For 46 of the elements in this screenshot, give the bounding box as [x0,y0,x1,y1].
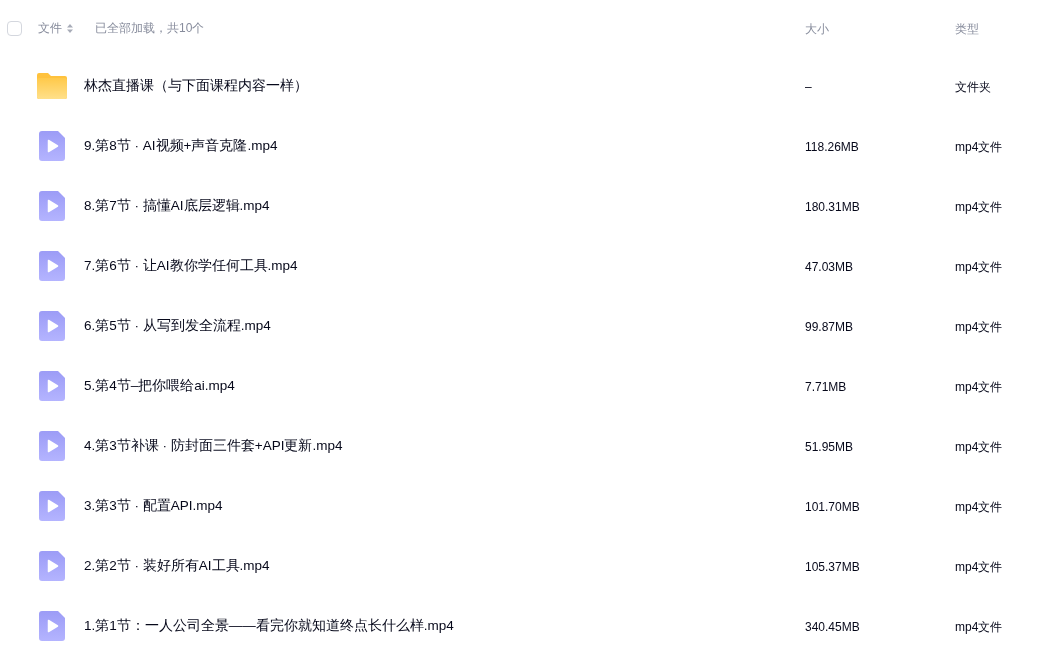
file-name[interactable]: 3.第3节 · 配置API.mp4 [84,497,223,515]
file-type: mp4文件 [955,499,1003,514]
file-size: 180.31MB [805,200,860,214]
video-file-icon [39,431,65,461]
file-name[interactable]: 1.第1节：一人公司全景——看完你就知道终点长什么样.mp4 [84,617,454,635]
file-size: 47.03MB [805,260,854,274]
file-type: mp4文件 [955,559,1003,574]
file-type: mp4文件 [955,619,1003,634]
file-type: 文件夹 [955,79,991,94]
sort-icon [67,23,73,33]
video-file-icon [39,191,65,221]
name-column-header[interactable]: 文件 [38,19,73,37]
file-type: mp4文件 [955,199,1003,214]
load-status: 已全部加载，共10个 [95,19,205,37]
file-type: mp4文件 [955,259,1003,274]
video-file-icon [39,251,65,281]
file-type: mp4文件 [955,439,1003,454]
file-size: 99.87MB [805,320,854,334]
video-file-icon [39,611,65,641]
video-file-icon [39,371,65,401]
folder-icon [37,73,67,99]
size-column-header: 大小 [805,21,829,36]
file-size: 105.37MB [805,560,860,574]
file-name[interactable]: 7.第6节 · 让AI教你学任何工具.mp4 [84,257,298,275]
file-name[interactable]: 8.第7节 · 搞懂AI底层逻辑.mp4 [84,197,270,215]
file-name[interactable]: 2.第2节 · 装好所有AI工具.mp4 [84,557,270,575]
video-file-icon [39,491,65,521]
file-size: 51.95MB [805,440,854,454]
select-all-checkbox[interactable] [7,20,22,36]
video-file-icon [39,551,65,581]
file-name[interactable]: 6.第5节 · 从写到发全流程.mp4 [84,317,271,335]
file-name[interactable]: 4.第3节补课 · 防封面三件套+API更新.mp4 [84,437,343,455]
file-type: mp4文件 [955,319,1003,334]
file-size: 340.45MB [805,620,860,634]
file-name[interactable]: 9.第8节 · AI视频+声音克隆.mp4 [84,137,278,155]
file-name[interactable]: 5.第4节–把你喂给ai.mp4 [84,377,235,395]
video-file-icon [39,311,65,341]
video-file-icon [39,131,65,161]
file-size: 118.26MB [805,140,859,154]
file-size: 101.70MB [805,500,860,514]
file-type: mp4文件 [955,379,1003,394]
file-type: mp4文件 [955,139,1003,154]
file-size: 7.71MB [805,380,847,394]
file-name[interactable]: 林杰直播课（与下面课程内容一样） [84,77,308,95]
file-size: – [805,80,812,94]
type-column-header: 类型 [955,21,979,36]
